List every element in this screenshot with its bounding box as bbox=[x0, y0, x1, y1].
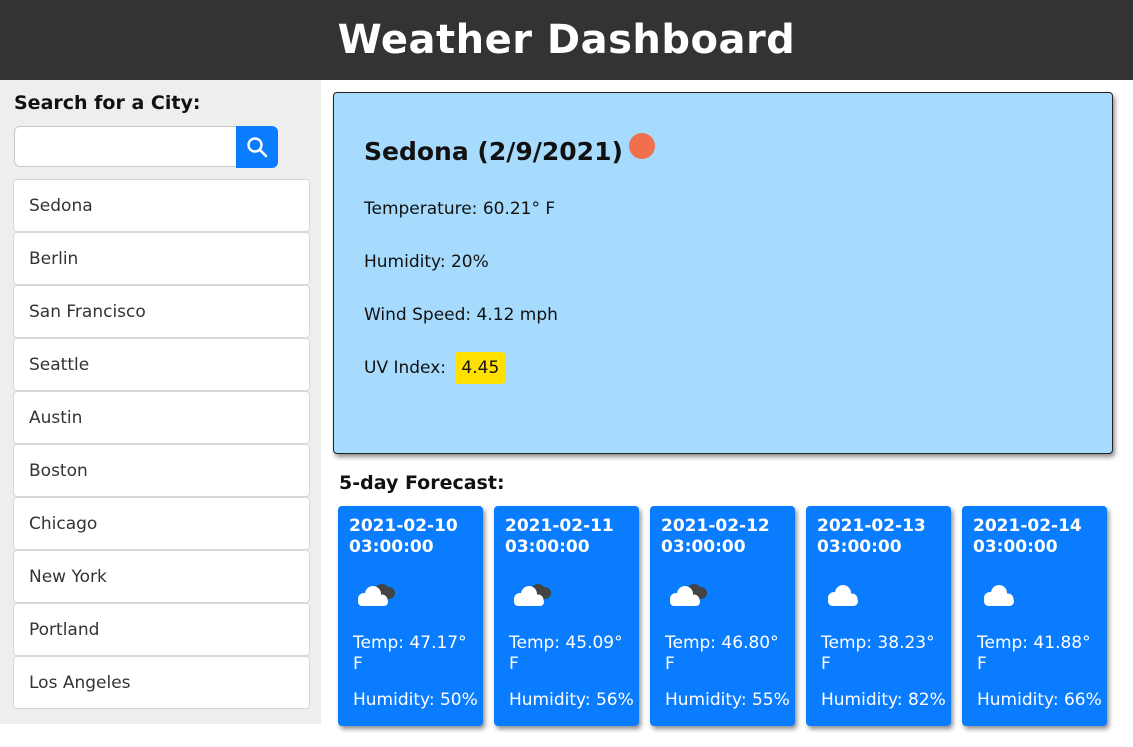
city-item-berlin[interactable]: Berlin bbox=[13, 232, 310, 285]
cloud-dark-icon bbox=[514, 584, 551, 606]
forecast-date: 2021-02-11 bbox=[505, 516, 614, 536]
forecast-time: 03:00:00 bbox=[349, 537, 434, 557]
search-icon bbox=[247, 137, 268, 158]
sidebar: Search for a City: Sedona Berlin San Fra… bbox=[0, 80, 321, 724]
city-history-list: Sedona Berlin San Francisco Seattle Aust… bbox=[13, 179, 310, 709]
city-item-new-york[interactable]: New York bbox=[13, 550, 310, 603]
city-item-portland[interactable]: Portland bbox=[13, 603, 310, 656]
cloud-icon bbox=[984, 585, 1014, 606]
forecast-time: 03:00:00 bbox=[817, 537, 902, 557]
forecast-heading: 5-day Forecast: bbox=[339, 472, 505, 494]
forecast-humidity: Humidity: 66% bbox=[977, 690, 1102, 710]
forecast-time: 03:00:00 bbox=[661, 537, 746, 557]
forecast-temp: Temp: 47.17° F bbox=[353, 633, 467, 674]
forecast-card: 2021-02-12 03:00:00 Temp: 46.80° F Humid… bbox=[650, 506, 795, 726]
forecast-time: 03:00:00 bbox=[505, 537, 590, 557]
forecast-date: 2021-02-10 bbox=[349, 516, 458, 536]
forecast-date: 2021-02-14 bbox=[973, 516, 1082, 536]
current-weather-card: Sedona (2/9/2021) Temperature: 60.21° F … bbox=[333, 92, 1113, 454]
city-item-chicago[interactable]: Chicago bbox=[13, 497, 310, 550]
forecast-date: 2021-02-13 bbox=[817, 516, 926, 536]
forecast-card: 2021-02-14 03:00:00 Temp: 41.88° F Humid… bbox=[962, 506, 1107, 726]
cloud-dark-icon bbox=[358, 584, 395, 606]
city-item-los-angeles[interactable]: Los Angeles bbox=[13, 656, 310, 709]
current-temperature: Temperature: 60.21° F bbox=[364, 199, 556, 219]
cloud-dark-icon bbox=[670, 584, 707, 606]
search-label: Search for a City: bbox=[14, 92, 201, 114]
page-title: Weather Dashboard bbox=[337, 17, 796, 63]
search-input[interactable] bbox=[14, 126, 238, 167]
uv-index-label: UV Index: bbox=[364, 358, 447, 378]
current-city-title: Sedona (2/9/2021) bbox=[364, 137, 623, 166]
app-header: Weather Dashboard bbox=[0, 0, 1133, 80]
current-wind-speed: Wind Speed: 4.12 mph bbox=[364, 305, 558, 325]
forecast-humidity: Humidity: 82% bbox=[821, 690, 946, 710]
current-uv-index: UV Index: 4.45 bbox=[364, 352, 506, 384]
search-button[interactable] bbox=[236, 126, 278, 168]
forecast-card: 2021-02-10 03:00:00 Temp: 47.17° F Humid… bbox=[338, 506, 483, 726]
city-item-austin[interactable]: Austin bbox=[13, 391, 310, 444]
cloud-icon bbox=[828, 585, 858, 606]
forecast-time: 03:00:00 bbox=[973, 537, 1058, 557]
forecast-temp: Temp: 45.09° F bbox=[509, 633, 623, 674]
uv-index-badge: 4.45 bbox=[455, 352, 506, 384]
forecast-temp: Temp: 41.88° F bbox=[977, 633, 1091, 674]
city-item-sedona[interactable]: Sedona bbox=[13, 179, 310, 232]
city-item-seattle[interactable]: Seattle bbox=[13, 338, 310, 391]
city-item-san-francisco[interactable]: San Francisco bbox=[13, 285, 310, 338]
current-humidity: Humidity: 20% bbox=[364, 252, 489, 272]
forecast-humidity: Humidity: 56% bbox=[509, 690, 634, 710]
forecast-date: 2021-02-12 bbox=[661, 516, 770, 536]
forecast-temp: Temp: 38.23° F bbox=[821, 633, 935, 674]
forecast-temp: Temp: 46.80° F bbox=[665, 633, 779, 674]
forecast-card: 2021-02-11 03:00:00 Temp: 45.09° F Humid… bbox=[494, 506, 639, 726]
forecast-humidity: Humidity: 50% bbox=[353, 690, 478, 710]
sun-icon bbox=[629, 133, 655, 159]
forecast-humidity: Humidity: 55% bbox=[665, 690, 790, 710]
city-item-boston[interactable]: Boston bbox=[13, 444, 310, 497]
forecast-card: 2021-02-13 03:00:00 Temp: 38.23° F Humid… bbox=[806, 506, 951, 726]
